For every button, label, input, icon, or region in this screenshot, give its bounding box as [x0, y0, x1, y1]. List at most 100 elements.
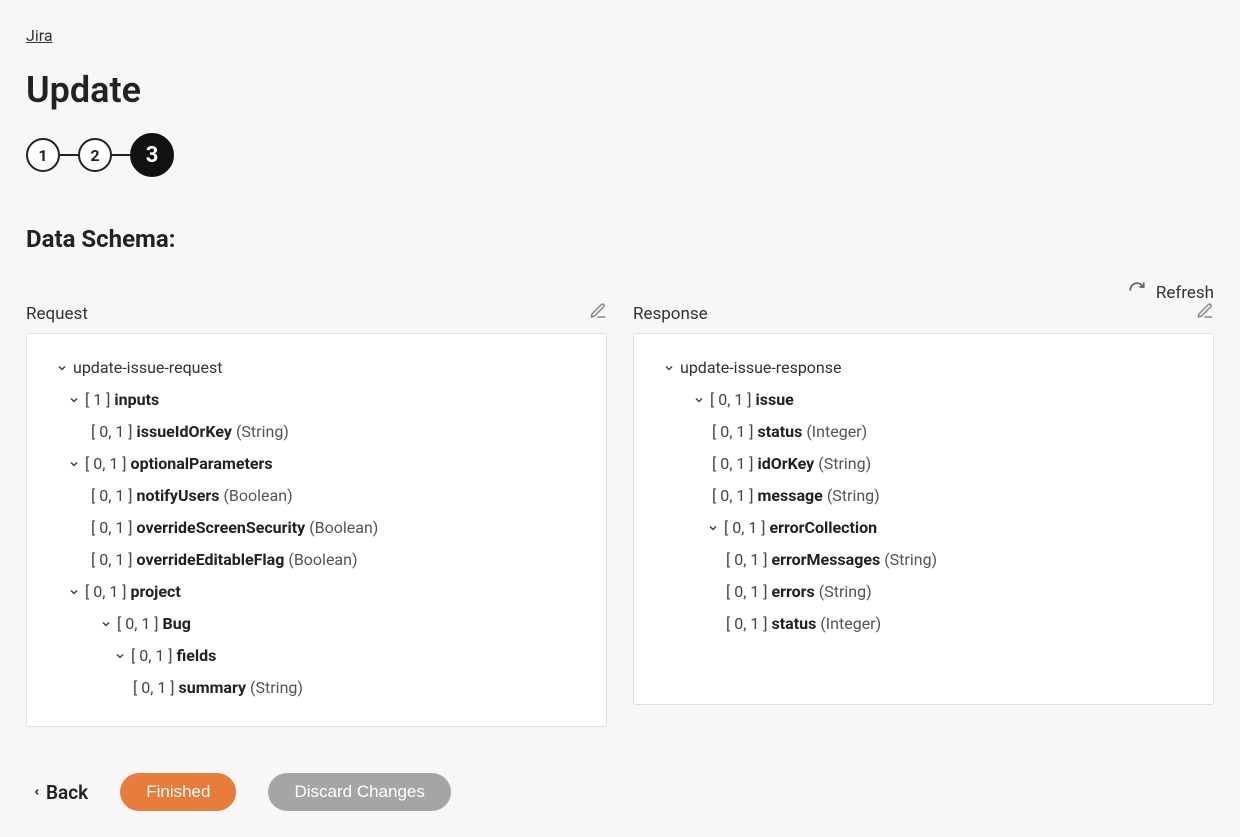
tree-row-project[interactable]: [ 0, 1 ] project — [41, 576, 592, 608]
tree-label: project — [131, 580, 181, 604]
cardinality: [ 0, 1 ] — [85, 580, 127, 604]
response-label: Response — [633, 304, 708, 324]
cardinality: [ 0, 1 ] — [726, 548, 768, 572]
chevron-down-icon[interactable] — [65, 458, 83, 470]
tree-label: optionalParameters — [131, 452, 273, 476]
cardinality: [ 0, 1 ] — [712, 420, 754, 444]
tree-label: status — [758, 420, 803, 444]
request-label: Request — [26, 304, 88, 324]
breadcrumb-jira[interactable]: Jira — [26, 26, 53, 45]
tree-row-summary[interactable]: [ 0, 1 ] summary (String) — [41, 672, 592, 704]
tree-row-errorCollection[interactable]: [ 0, 1 ] errorCollection — [648, 512, 1199, 544]
tree-row-root[interactable]: update-issue-request — [41, 352, 592, 384]
tree-label: errorMessages — [772, 548, 881, 572]
tree-type: (String) — [819, 580, 872, 604]
cardinality: [ 0, 1 ] — [131, 644, 173, 668]
tree-type: (String) — [250, 676, 303, 700]
tree-label: overrideScreenSecurity — [137, 516, 306, 540]
chevron-down-icon[interactable] — [690, 394, 708, 406]
cardinality: [ 0, 1 ] — [91, 548, 133, 572]
chevron-down-icon[interactable] — [65, 394, 83, 406]
tree-type: (Integer) — [806, 420, 867, 444]
tree-label: issueIdOrKey — [137, 420, 232, 444]
tree-label: issue — [756, 388, 794, 412]
tree-row-message[interactable]: [ 0, 1 ] message (String) — [648, 480, 1199, 512]
edit-request-icon[interactable] — [589, 302, 607, 325]
tree-label: overrideEditableFlag — [137, 548, 285, 572]
page-title: Update — [26, 69, 1214, 111]
tree-row-ec-status[interactable]: [ 0, 1 ] status (Integer) — [648, 608, 1199, 640]
chevron-down-icon[interactable] — [660, 362, 678, 374]
response-column: Response update-issue-response [ 0, 1 ] … — [633, 298, 1214, 727]
step-2[interactable]: 2 — [78, 138, 112, 172]
cardinality: [ 0, 1 ] — [133, 676, 175, 700]
cardinality: [ 0, 1 ] — [726, 580, 768, 604]
section-title: Data Schema: — [26, 225, 1214, 253]
tree-row-errors[interactable]: [ 0, 1 ] errors (String) — [648, 576, 1199, 608]
chevron-down-icon[interactable] — [111, 650, 129, 662]
cardinality: [ 0, 1 ] — [724, 516, 766, 540]
tree-row-status[interactable]: [ 0, 1 ] status (Integer) — [648, 416, 1199, 448]
back-button[interactable]: Back — [32, 781, 88, 804]
tree-row-issue[interactable]: [ 0, 1 ] issue — [648, 384, 1199, 416]
cardinality: [ 0, 1 ] — [85, 452, 127, 476]
edit-response-icon[interactable] — [1196, 302, 1214, 325]
wizard-stepper: 1 2 3 — [26, 133, 1214, 177]
cardinality: [ 0, 1 ] — [91, 516, 133, 540]
cardinality: [ 1 ] — [85, 388, 110, 412]
tree-label: idOrKey — [758, 452, 815, 476]
chevron-left-icon — [32, 781, 42, 804]
tree-label: inputs — [114, 388, 159, 412]
chevron-down-icon[interactable] — [65, 586, 83, 598]
cardinality: [ 0, 1 ] — [117, 612, 159, 636]
tree-type: (String) — [236, 420, 289, 444]
step-1[interactable]: 1 — [26, 138, 60, 172]
finished-button[interactable]: Finished — [120, 773, 236, 811]
tree-type: (Integer) — [820, 612, 881, 636]
cardinality: [ 0, 1 ] — [710, 388, 752, 412]
tree-row-errorMessages[interactable]: [ 0, 1 ] errorMessages (String) — [648, 544, 1199, 576]
cardinality: [ 0, 1 ] — [712, 484, 754, 508]
tree-row-overrideScreenSecurity[interactable]: [ 0, 1 ] overrideScreenSecurity (Boolean… — [41, 512, 592, 544]
cardinality: [ 0, 1 ] — [712, 452, 754, 476]
tree-row-fields[interactable]: [ 0, 1 ] fields — [41, 640, 592, 672]
tree-row-idOrKey[interactable]: [ 0, 1 ] idOrKey (String) — [648, 448, 1199, 480]
request-panel: update-issue-request [ 1 ] inputs [ 0, 1… — [26, 333, 607, 727]
tree-type: (Boolean) — [309, 516, 378, 540]
cardinality: [ 0, 1 ] — [91, 420, 133, 444]
discard-button[interactable]: Discard Changes — [268, 773, 450, 811]
chevron-down-icon[interactable] — [53, 362, 71, 374]
tree-row-inputs[interactable]: [ 1 ] inputs — [41, 384, 592, 416]
back-label: Back — [46, 781, 88, 804]
request-column: Request update-issue-request [ 1 ] input… — [26, 298, 607, 727]
cardinality: [ 0, 1 ] — [91, 484, 133, 508]
tree-type: (String) — [818, 452, 871, 476]
response-panel: update-issue-response [ 0, 1 ] issue [ 0… — [633, 333, 1214, 705]
step-connector — [60, 154, 78, 156]
tree-label: status — [772, 612, 817, 636]
cardinality: [ 0, 1 ] — [726, 612, 768, 636]
tree-label: errors — [772, 580, 815, 604]
tree-type: (Boolean) — [288, 548, 357, 572]
tree-type: (String) — [827, 484, 880, 508]
tree-label: update-issue-response — [680, 356, 842, 380]
tree-label: errorCollection — [770, 516, 878, 540]
tree-row-notifyUsers[interactable]: [ 0, 1 ] notifyUsers (Boolean) — [41, 480, 592, 512]
chevron-down-icon[interactable] — [704, 522, 722, 534]
chevron-down-icon[interactable] — [97, 618, 115, 630]
tree-row-bug[interactable]: [ 0, 1 ] Bug — [41, 608, 592, 640]
tree-row-overrideEditableFlag[interactable]: [ 0, 1 ] overrideEditableFlag (Boolean) — [41, 544, 592, 576]
step-3[interactable]: 3 — [130, 133, 174, 177]
tree-row-root[interactable]: update-issue-response — [648, 352, 1199, 384]
tree-row-optionalParameters[interactable]: [ 0, 1 ] optionalParameters — [41, 448, 592, 480]
tree-label: update-issue-request — [73, 356, 222, 380]
tree-row-issueIdOrKey[interactable]: [ 0, 1 ] issueIdOrKey (String) — [41, 416, 592, 448]
tree-label: Bug — [163, 612, 191, 636]
tree-type: (Boolean) — [223, 484, 292, 508]
tree-label: message — [758, 484, 823, 508]
tree-label: notifyUsers — [137, 484, 220, 508]
step-connector — [112, 154, 130, 156]
tree-label: summary — [179, 676, 247, 700]
tree-label: fields — [177, 644, 217, 668]
tree-type: (String) — [884, 548, 937, 572]
